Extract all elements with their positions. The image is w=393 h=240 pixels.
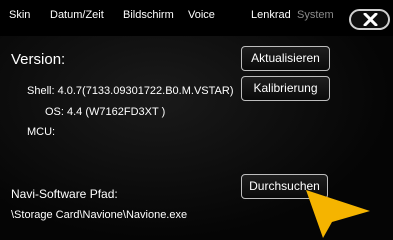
navi-path-label: Navi-Software Pfad: [11,187,118,201]
close-button[interactable] [349,9,390,30]
tab-bar: Skin Datum/Zeit Bildschirm Voice Lenkrad… [0,0,393,36]
tab-voice[interactable]: Voice [188,9,215,21]
tab-skin[interactable]: Skin [9,9,30,21]
close-icon [363,13,378,26]
calibration-button[interactable]: Kalibrierung [241,76,330,101]
tab-bildschirm[interactable]: Bildschirm [123,9,174,21]
update-button[interactable]: Aktualisieren [241,46,330,71]
tab-lenkrad[interactable]: Lenkrad [251,9,291,21]
mcu-version: MCU: [27,126,56,138]
version-title: Version: [11,51,66,68]
pointer-arrow-icon [306,190,370,238]
shell-version: Shell: 4.0.7(7133.09301722.B0.M.VSTAR) [27,85,234,97]
tab-system[interactable]: System [297,9,334,21]
tab-datum-zeit[interactable]: Datum/Zeit [50,9,104,21]
navi-path-value: \Storage Card\Navione\Navione.exe [11,209,188,221]
os-version: OS: 4.4 (W7162FD3XT ) [45,106,166,118]
